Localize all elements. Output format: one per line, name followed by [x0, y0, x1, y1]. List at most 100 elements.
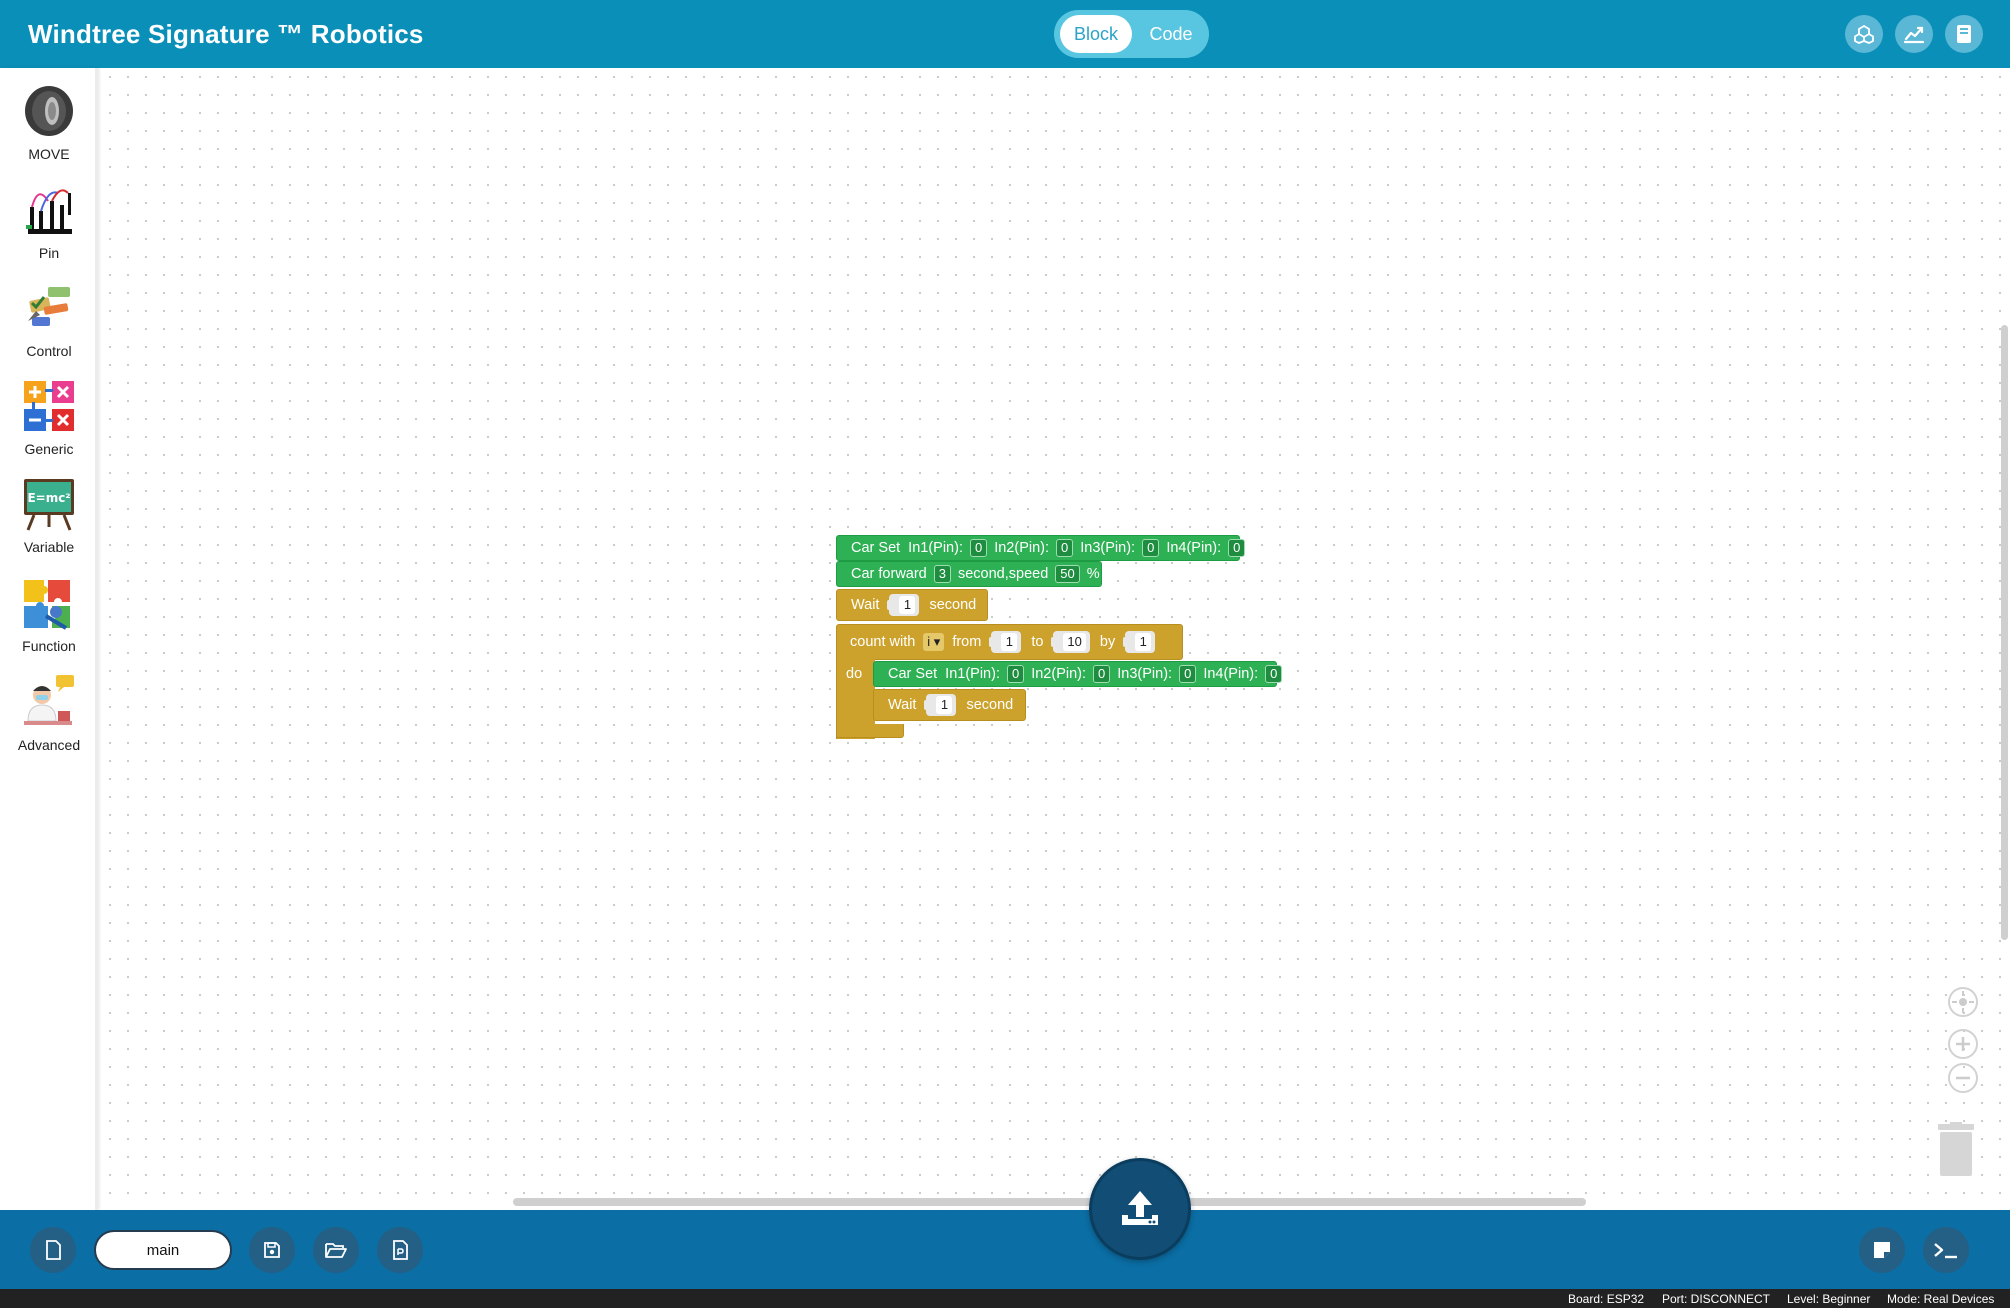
trash-icon: [1938, 1122, 1974, 1176]
by-slot[interactable]: 1: [1123, 631, 1156, 653]
generic-icon: [24, 381, 74, 431]
export-file-button[interactable]: [377, 1227, 423, 1273]
in3-field[interactable]: 0: [1179, 665, 1197, 683]
cube-icon: [1854, 24, 1874, 44]
puzzle-icon: [24, 580, 70, 630]
category-label: Generic: [24, 441, 74, 457]
category-label: Function: [22, 638, 76, 654]
book-button[interactable]: [1945, 15, 1983, 53]
block-mode-tab[interactable]: Block: [1060, 15, 1132, 53]
in2-field[interactable]: 0: [1093, 665, 1111, 683]
minus-icon: [1956, 1076, 1970, 1080]
category-control[interactable]: Control: [0, 281, 98, 377]
filename-field[interactable]: main: [94, 1230, 232, 1270]
block-label: count with: [850, 634, 916, 650]
seconds-field[interactable]: 3: [933, 565, 951, 583]
code-mode-tab[interactable]: Code: [1138, 15, 1204, 53]
advanced-icon: [24, 675, 74, 725]
to-slot[interactable]: 10: [1051, 631, 1090, 653]
category-label: MOVE: [28, 146, 70, 162]
category-generic[interactable]: Generic: [0, 379, 98, 475]
save-button[interactable]: [249, 1227, 295, 1273]
wait-block[interactable]: Wait 1 second: [836, 589, 988, 621]
chart-button[interactable]: [1895, 15, 1933, 53]
target-icon: [1952, 991, 1974, 1013]
folder-open-icon: [325, 1243, 347, 1258]
variable-icon: E=mc²: [24, 479, 74, 531]
wait-value-field[interactable]: 1: [936, 696, 953, 714]
speed-label: second,speed: [957, 566, 1049, 582]
from-slot[interactable]: 1: [989, 631, 1022, 653]
zoom-out-button[interactable]: [1948, 1063, 1978, 1093]
pin-icon: [26, 189, 72, 234]
terminal-button[interactable]: [1923, 1227, 1969, 1273]
from-field[interactable]: 1: [1001, 633, 1018, 651]
block-label: Wait: [888, 697, 917, 713]
book-icon: [1957, 25, 1971, 43]
loop-var-value: i: [927, 634, 931, 649]
chart-icon: [1903, 26, 1925, 44]
level-status: Level: Beginner: [1787, 1292, 1871, 1306]
car-forward-block[interactable]: Car forward 3 second,speed 50 %: [836, 561, 1102, 587]
port-status: Port: DISCONNECT: [1662, 1292, 1771, 1306]
in1-label: In1(Pin):: [908, 540, 963, 556]
unit-label: second: [929, 597, 977, 613]
in3-label: In3(Pin):: [1117, 666, 1173, 682]
category-label: Advanced: [17, 737, 81, 753]
open-folder-button[interactable]: [313, 1227, 359, 1273]
block-label: Wait: [851, 597, 880, 613]
car-set-block[interactable]: Car Set In1(Pin): 0 In2(Pin): 0 In3(Pin)…: [836, 535, 1246, 561]
file-icon: [46, 1240, 61, 1260]
category-label: Variable: [23, 539, 75, 555]
by-field[interactable]: 1: [1135, 633, 1152, 651]
speed-field[interactable]: 50: [1055, 565, 1080, 583]
mode-toggle[interactable]: Block Code: [1054, 10, 1209, 58]
bottom-toolbar: main: [0, 1210, 2010, 1289]
in4-field[interactable]: 0: [1265, 665, 1283, 683]
upload-button[interactable]: [1089, 1158, 1191, 1260]
category-label: Pin: [38, 245, 60, 261]
car-set-block[interactable]: Car Set In1(Pin): 0 In2(Pin): 0 In3(Pin)…: [873, 661, 1283, 687]
to-field[interactable]: 10: [1063, 633, 1086, 651]
in4-field[interactable]: 0: [1228, 539, 1246, 557]
horizontal-scrollbar[interactable]: [513, 1198, 1586, 1206]
in4-label: In4(Pin):: [1203, 666, 1259, 682]
block-label: Car Set: [851, 540, 901, 556]
in2-label: In2(Pin):: [1031, 666, 1087, 682]
status-bar: Board: ESP32 Port: DISCONNECT Level: Beg…: [0, 1289, 2010, 1308]
tire-icon: [25, 86, 73, 136]
in3-field[interactable]: 0: [1142, 539, 1160, 557]
zoom-in-button[interactable]: [1948, 1029, 1978, 1059]
in1-field[interactable]: 0: [1006, 665, 1025, 683]
in4-label: In4(Pin):: [1166, 540, 1222, 556]
category-sidebar: MOVE Pin Control Generic E=mc² Variable …: [0, 68, 98, 1210]
from-label: from: [952, 634, 982, 650]
category-function[interactable]: Function: [0, 576, 98, 672]
notes-button[interactable]: [1859, 1227, 1905, 1273]
category-variable[interactable]: E=mc² Variable: [0, 477, 98, 573]
app-title: Windtree Signature ™ Robotics: [28, 19, 424, 49]
in3-label: In3(Pin):: [1080, 540, 1136, 556]
wait-value-slot[interactable]: 1: [887, 594, 920, 616]
in1-field[interactable]: 0: [969, 539, 988, 557]
wait-value-field[interactable]: 1: [899, 596, 916, 614]
trash-button[interactable]: [1937, 1122, 1975, 1176]
category-label: Control: [26, 343, 72, 359]
in1-label: In1(Pin):: [945, 666, 1000, 682]
new-file-button[interactable]: [30, 1227, 76, 1273]
in2-field[interactable]: 0: [1056, 539, 1074, 557]
app-header: Windtree Signature ™ Robotics Block Code: [0, 0, 2010, 68]
wait-block[interactable]: Wait 1 second: [873, 689, 1026, 721]
wait-value-slot[interactable]: 1: [924, 694, 957, 716]
block-label: Car forward: [851, 566, 927, 582]
to-label: to: [1031, 634, 1044, 650]
category-move[interactable]: MOVE: [0, 84, 98, 180]
vertical-scrollbar[interactable]: [2001, 325, 2008, 940]
loop-var-dropdown[interactable]: i ▾: [923, 633, 945, 651]
recenter-button[interactable]: [1948, 987, 1978, 1017]
category-advanced[interactable]: Advanced: [0, 675, 98, 771]
category-pin[interactable]: Pin: [0, 183, 98, 279]
upload-icon: [1122, 1191, 1158, 1225]
cube-button[interactable]: [1845, 15, 1883, 53]
control-icon: [28, 287, 70, 326]
